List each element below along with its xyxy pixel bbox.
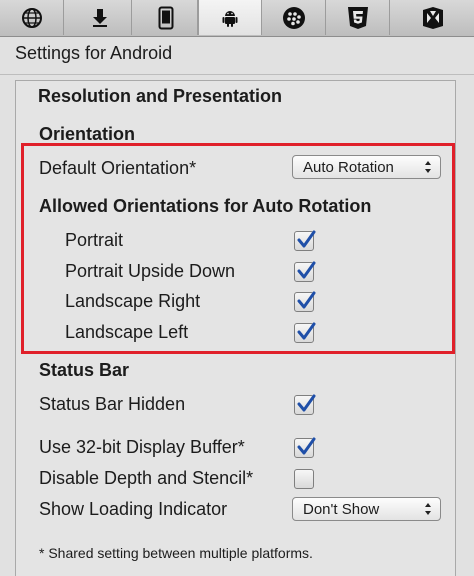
tab-android[interactable] (198, 0, 262, 35)
divider (0, 74, 474, 75)
checkmark-icon (297, 437, 316, 455)
depth-stencil-checkbox[interactable] (294, 469, 314, 489)
tab-standalone[interactable] (68, 0, 132, 35)
android-icon (222, 10, 238, 27)
depth-stencil-label: Disable Depth and Stencil* (39, 468, 254, 488)
download-icon (92, 8, 107, 27)
platform-tab-bar (0, 0, 474, 37)
orientation-heading: Orientation (39, 124, 136, 144)
section-title[interactable]: Resolution and Presentation (38, 86, 282, 107)
loading-indicator-dropdown[interactable]: Don't Show (292, 497, 441, 521)
flash-icon (423, 6, 443, 29)
tab-web-player[interactable] (0, 0, 64, 35)
tab-ios[interactable] (134, 0, 198, 35)
globe-icon (21, 7, 42, 28)
tab-blackberry[interactable] (262, 0, 326, 35)
status-bar-heading: Status Bar (39, 360, 130, 380)
checkmark-icon (297, 394, 316, 412)
loading-indicator-label: Show Loading Indicator (39, 499, 228, 519)
loading-indicator-value: Don't Show (303, 501, 380, 518)
ios-device-icon (158, 6, 173, 29)
tab-webgl[interactable] (326, 0, 390, 35)
status-bar-hidden-label: Status Bar Hidden (39, 394, 186, 414)
html5-icon (347, 6, 368, 29)
tab-flash[interactable] (392, 0, 474, 35)
display-buffer-checkbox[interactable] (294, 437, 316, 458)
blackberry-icon (282, 6, 305, 29)
page-title: Settings for Android (15, 43, 173, 63)
popup-arrows-icon (425, 503, 431, 515)
footnote: * Shared setting between multiple platfo… (39, 545, 313, 561)
display-buffer-label: Use 32-bit Display Buffer* (39, 437, 245, 457)
status-bar-hidden-checkbox[interactable] (294, 394, 316, 415)
highlight-box (21, 143, 455, 354)
